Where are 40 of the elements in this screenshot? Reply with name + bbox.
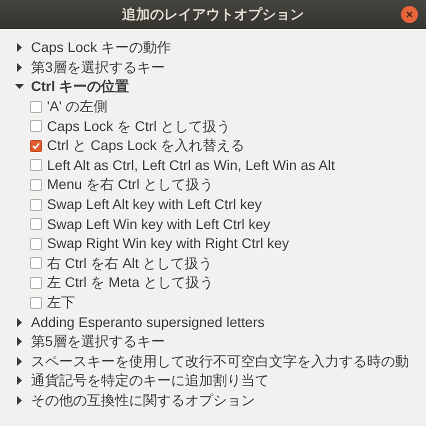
checkbox[interactable] [30, 159, 42, 172]
tree-row[interactable]: その他の互換性に関するオプション [0, 390, 426, 410]
group-label: その他の互換性に関するオプション [31, 390, 255, 410]
checkbox[interactable] [30, 198, 42, 211]
tree-row[interactable]: Ctrl キーの位置 [0, 77, 426, 97]
close-button[interactable] [401, 6, 418, 23]
group-label: 第5層を選択するキー [31, 332, 165, 352]
group-label: Ctrl キーの位置 [31, 77, 129, 96]
tree-row[interactable]: 通貨記号を特定のキーに追加割り当て [0, 371, 426, 391]
option-label: Menu を右 Ctrl として扱う [47, 175, 214, 194]
close-icon [406, 11, 413, 18]
checkbox[interactable] [30, 120, 42, 132]
option-label: Ctrl と Caps Lock を入れ替える [47, 136, 245, 156]
checkbox[interactable] [30, 218, 42, 230]
tree-row[interactable]: Adding Esperanto supersigned letters [0, 312, 426, 332]
checkbox[interactable] [30, 257, 42, 270]
tree-row[interactable]: 第3層を選択するキー [0, 58, 426, 78]
option-label: Caps Lock を Ctrl として扱う [47, 116, 231, 136]
group-label: Adding Esperanto supersigned letters [31, 312, 264, 332]
option-label: Swap Left Alt key with Left Ctrl key [47, 195, 262, 214]
group-label: 通貨記号を特定のキーに追加割り当て [31, 371, 269, 390]
window-title: 追加のレイアウトオプション [122, 5, 304, 24]
checkbox[interactable] [30, 276, 42, 289]
option-label: Swap Left Win key with Left Ctrl key [47, 214, 270, 234]
tree-row[interactable]: 第5層を選択するキー [0, 332, 426, 352]
option-label: 'A' の左側 [47, 97, 108, 116]
option-label: 左下 [47, 293, 75, 312]
group-label: Caps Lock キーの動作 [31, 38, 172, 58]
checkbox[interactable] [30, 238, 42, 250]
group-label: 第3層を選択するキー [31, 58, 165, 77]
checkbox[interactable] [30, 296, 42, 309]
checkbox[interactable] [30, 178, 42, 191]
checkbox[interactable] [30, 140, 42, 152]
checkbox[interactable] [30, 100, 42, 113]
tree-row[interactable]: Caps Lock キーの動作 [0, 38, 426, 58]
option-label: 右 Ctrl を右 Alt として扱う [47, 254, 213, 273]
option-label: Left Alt as Ctrl, Left Ctrl as Win, Left Win as Alt [47, 156, 335, 175]
option-label: Swap Right Win key with Right Ctrl key [47, 234, 289, 254]
option-label: 左 Ctrl を Meta として扱う [47, 273, 214, 292]
check-icon [32, 142, 40, 150]
